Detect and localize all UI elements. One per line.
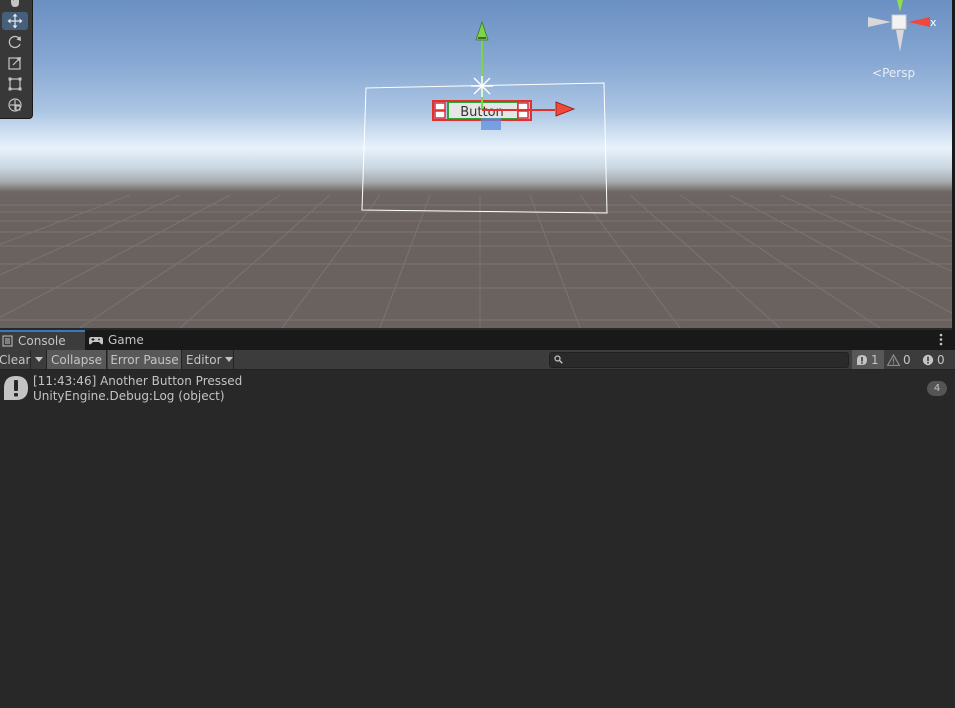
chevron-down-icon <box>34 357 43 362</box>
clear-button-label: Clear <box>0 352 31 367</box>
warning-count-value: 0 <box>903 352 911 367</box>
tab-console-label: Console <box>18 334 66 348</box>
transform-icon <box>8 98 22 112</box>
log-stacktrace: UnityEngine.Debug:Log (object) <box>33 389 225 403</box>
log-collapse-count-badge: 4 <box>927 381 947 396</box>
log-count-toggle[interactable]: 1 <box>852 350 884 369</box>
gizmo-neg-x-cone[interactable] <box>868 17 891 27</box>
chevron-down-icon <box>224 357 233 362</box>
persp-label: Persp <box>882 66 916 80</box>
gizmo-x-label: x <box>930 16 937 29</box>
gizmo-center-cube[interactable] <box>891 14 907 30</box>
hand-icon <box>11 0 19 7</box>
tab-console[interactable]: Console <box>0 330 85 350</box>
search-icon <box>554 355 563 364</box>
more-options-icon[interactable] <box>939 333 943 346</box>
persp-toggle[interactable]: <Persp <box>872 66 915 80</box>
console-search-field[interactable] <box>549 352 849 368</box>
scene-view[interactable]: Button x <Persp <box>0 0 952 328</box>
rect-tool-button[interactable] <box>2 75 28 93</box>
rotate-icon <box>8 35 21 49</box>
tab-game[interactable]: Game <box>86 330 156 350</box>
orientation-gizmo[interactable]: x <box>866 0 940 56</box>
transform-tools-overlay <box>0 0 33 119</box>
scene-canvas[interactable]: Button <box>0 0 952 328</box>
editor-dropdown-label: Editor <box>186 352 222 367</box>
error-pause-toggle[interactable]: Error Pause <box>108 350 182 369</box>
editor-dropdown[interactable]: Editor <box>182 350 234 369</box>
warning-count-toggle[interactable]: 0 <box>887 350 911 369</box>
console-icon <box>2 335 13 347</box>
collapse-toggle-label: Collapse <box>51 352 102 367</box>
info-icon <box>857 354 867 365</box>
log-count-value: 1 <box>871 352 879 367</box>
panel-tab-bar: Console Game <box>0 330 955 350</box>
error-count-toggle[interactable]: 0 <box>922 350 945 369</box>
scale-tool-button[interactable] <box>2 54 28 72</box>
clear-button[interactable]: Clear <box>0 350 31 369</box>
info-icon <box>4 376 28 400</box>
transform-tool-button[interactable] <box>2 96 28 114</box>
gizmo-x-cone[interactable] <box>908 17 930 27</box>
rect-icon <box>8 77 22 91</box>
move-tool-button[interactable] <box>2 12 28 30</box>
log-entry[interactable]: [11:43:46] Another Button Pressed UnityE… <box>0 370 955 406</box>
search-input[interactable] <box>566 353 842 367</box>
rotate-tool-button[interactable] <box>2 33 28 51</box>
error-pause-label: Error Pause <box>110 352 179 367</box>
error-count-value: 0 <box>937 352 945 367</box>
tab-game-label: Game <box>108 333 144 347</box>
warning-icon <box>887 353 900 366</box>
log-message: [11:43:46] Another Button Pressed <box>33 374 243 388</box>
gizmo-y-cone[interactable] <box>897 0 903 12</box>
gamepad-icon <box>89 337 103 345</box>
error-icon <box>922 354 934 365</box>
collapse-toggle[interactable]: Collapse <box>47 350 107 369</box>
chevron-left-icon: < <box>872 66 883 80</box>
move-icon <box>7 13 23 29</box>
ground-grid <box>0 194 952 328</box>
console-log-list[interactable]: [11:43:46] Another Button Pressed UnityE… <box>0 370 955 708</box>
clear-options-dropdown[interactable] <box>31 350 47 369</box>
hand-tool-button[interactable] <box>2 0 28 10</box>
scale-icon <box>8 57 21 70</box>
gizmo-neg-y-cone[interactable] <box>896 30 904 52</box>
